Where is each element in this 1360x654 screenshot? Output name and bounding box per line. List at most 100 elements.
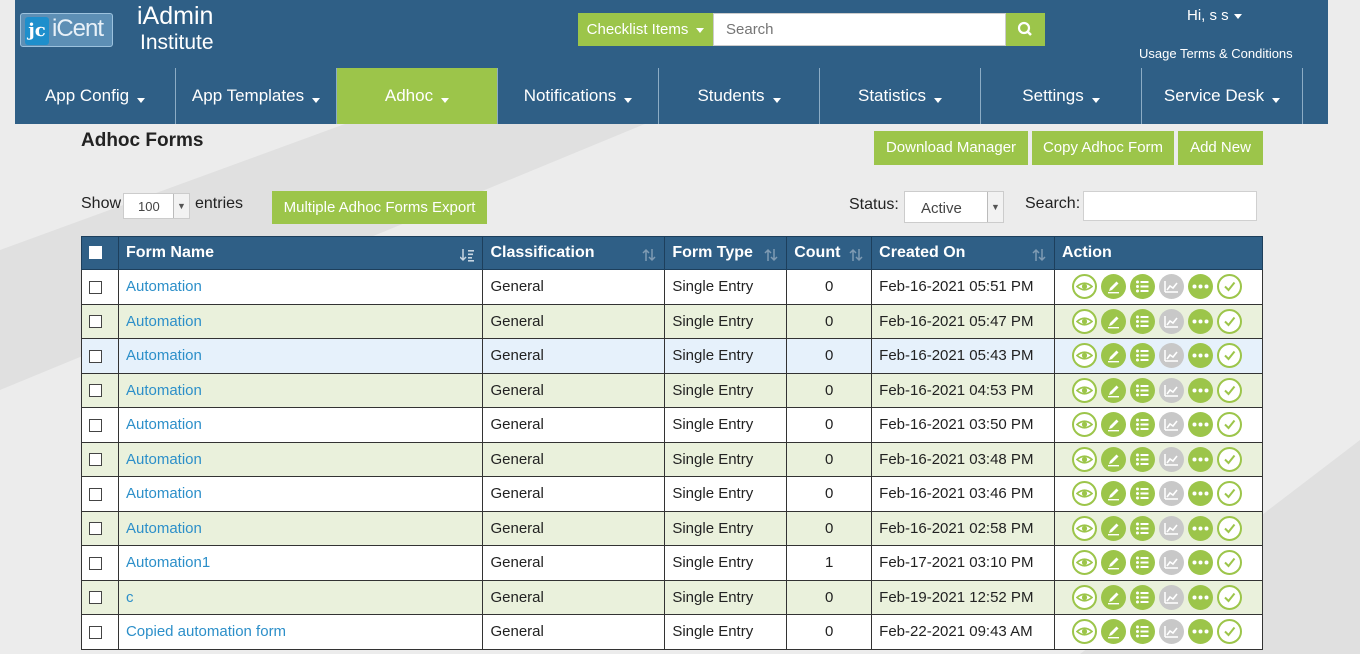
view-icon[interactable] <box>1071 515 1097 541</box>
column-created-on[interactable]: Created On <box>871 236 1055 270</box>
cell-form-name-value[interactable]: Automation <box>126 451 202 468</box>
entries-select[interactable]: 100 ▼ <box>123 193 190 219</box>
edit-icon[interactable] <box>1100 412 1126 438</box>
more-icon[interactable] <box>1187 446 1213 472</box>
more-icon[interactable] <box>1187 377 1213 403</box>
more-icon[interactable] <box>1187 550 1213 576</box>
column-form-type[interactable]: Form Type <box>664 236 788 270</box>
status-select[interactable]: Active ▼ <box>904 191 1004 223</box>
nav-item-statistics[interactable]: Statistics <box>820 68 981 124</box>
approve-icon[interactable] <box>1216 446 1242 472</box>
approve-icon[interactable] <box>1216 343 1242 369</box>
user-menu[interactable]: Hi, s s <box>1187 7 1242 24</box>
row-checkbox[interactable] <box>89 522 102 536</box>
row-checkbox[interactable] <box>89 280 102 294</box>
list-icon[interactable] <box>1129 550 1155 576</box>
approve-icon[interactable] <box>1216 619 1242 645</box>
edit-icon[interactable] <box>1100 515 1126 541</box>
approve-icon[interactable] <box>1216 308 1242 334</box>
table-search-input[interactable] <box>1083 191 1257 221</box>
chart-icon[interactable] <box>1158 481 1184 507</box>
select-all-checkbox[interactable] <box>89 246 102 260</box>
more-icon[interactable] <box>1187 343 1213 369</box>
more-icon[interactable] <box>1187 308 1213 334</box>
edit-icon[interactable] <box>1100 446 1126 472</box>
cell-form-name-value[interactable]: c <box>126 589 134 606</box>
search-input[interactable] <box>714 14 1005 45</box>
cell-form-name-value[interactable]: Automation <box>126 485 202 502</box>
multiple-export-button[interactable]: Multiple Adhoc Forms Export <box>272 191 487 224</box>
chart-icon[interactable] <box>1158 619 1184 645</box>
view-icon[interactable] <box>1071 619 1097 645</box>
cell-form-name-value[interactable]: Automation <box>126 382 202 399</box>
cell-form-name-value[interactable]: Automation <box>126 416 202 433</box>
edit-icon[interactable] <box>1100 308 1126 334</box>
approve-icon[interactable] <box>1216 481 1242 507</box>
search-field[interactable] <box>713 13 1006 46</box>
chart-icon[interactable] <box>1158 515 1184 541</box>
app-logo[interactable]: jc iCent <box>20 13 113 47</box>
chart-icon[interactable] <box>1158 274 1184 300</box>
view-icon[interactable] <box>1071 274 1097 300</box>
more-icon[interactable] <box>1187 412 1213 438</box>
row-checkbox[interactable] <box>89 349 102 363</box>
list-icon[interactable] <box>1129 274 1155 300</box>
edit-icon[interactable] <box>1100 274 1126 300</box>
edit-icon[interactable] <box>1100 377 1126 403</box>
cell-form-name-value[interactable]: Automation <box>126 313 202 330</box>
cell-form-name-value[interactable]: Automation <box>126 347 202 364</box>
more-icon[interactable] <box>1187 619 1213 645</box>
approve-icon[interactable] <box>1216 377 1242 403</box>
view-icon[interactable] <box>1071 446 1097 472</box>
edit-icon[interactable] <box>1100 481 1126 507</box>
approve-icon[interactable] <box>1216 550 1242 576</box>
chart-icon[interactable] <box>1158 412 1184 438</box>
list-icon[interactable] <box>1129 481 1155 507</box>
nav-item-app-config[interactable]: App Config <box>15 68 176 124</box>
column-count[interactable]: Count <box>786 236 873 270</box>
nav-item-service-desk[interactable]: Service Desk <box>1142 68 1303 124</box>
nav-item-students[interactable]: Students <box>659 68 820 124</box>
list-icon[interactable] <box>1129 584 1155 610</box>
column-classification[interactable]: Classification <box>482 236 666 270</box>
row-checkbox[interactable] <box>89 591 102 605</box>
edit-icon[interactable] <box>1100 550 1126 576</box>
view-icon[interactable] <box>1071 308 1097 334</box>
more-icon[interactable] <box>1187 584 1213 610</box>
approve-icon[interactable] <box>1216 274 1242 300</box>
row-checkbox[interactable] <box>89 418 102 432</box>
download-manager-button[interactable]: Download Manager <box>874 131 1028 165</box>
chart-icon[interactable] <box>1158 550 1184 576</box>
view-icon[interactable] <box>1071 584 1097 610</box>
checklist-items-dropdown[interactable]: Checklist Items <box>578 13 713 46</box>
row-checkbox[interactable] <box>89 556 102 570</box>
chart-icon[interactable] <box>1158 308 1184 334</box>
list-icon[interactable] <box>1129 343 1155 369</box>
search-button[interactable] <box>1006 13 1045 46</box>
view-icon[interactable] <box>1071 550 1097 576</box>
nav-item-notifications[interactable]: Notifications <box>498 68 659 124</box>
chart-icon[interactable] <box>1158 584 1184 610</box>
more-icon[interactable] <box>1187 515 1213 541</box>
list-icon[interactable] <box>1129 619 1155 645</box>
list-icon[interactable] <box>1129 308 1155 334</box>
cell-form-name-value[interactable]: Automation <box>126 520 202 537</box>
more-icon[interactable] <box>1187 481 1213 507</box>
nav-item-settings[interactable]: Settings <box>981 68 1142 124</box>
chart-icon[interactable] <box>1158 446 1184 472</box>
list-icon[interactable] <box>1129 412 1155 438</box>
row-checkbox[interactable] <box>89 315 102 329</box>
edit-icon[interactable] <box>1100 619 1126 645</box>
row-checkbox[interactable] <box>89 453 102 467</box>
view-icon[interactable] <box>1071 412 1097 438</box>
list-icon[interactable] <box>1129 446 1155 472</box>
chart-icon[interactable] <box>1158 343 1184 369</box>
add-new-button[interactable]: Add New <box>1178 131 1263 165</box>
approve-icon[interactable] <box>1216 412 1242 438</box>
chart-icon[interactable] <box>1158 377 1184 403</box>
list-icon[interactable] <box>1129 515 1155 541</box>
cell-form-name-value[interactable]: Copied automation form <box>126 623 286 640</box>
more-icon[interactable] <box>1187 274 1213 300</box>
approve-icon[interactable] <box>1216 584 1242 610</box>
view-icon[interactable] <box>1071 481 1097 507</box>
